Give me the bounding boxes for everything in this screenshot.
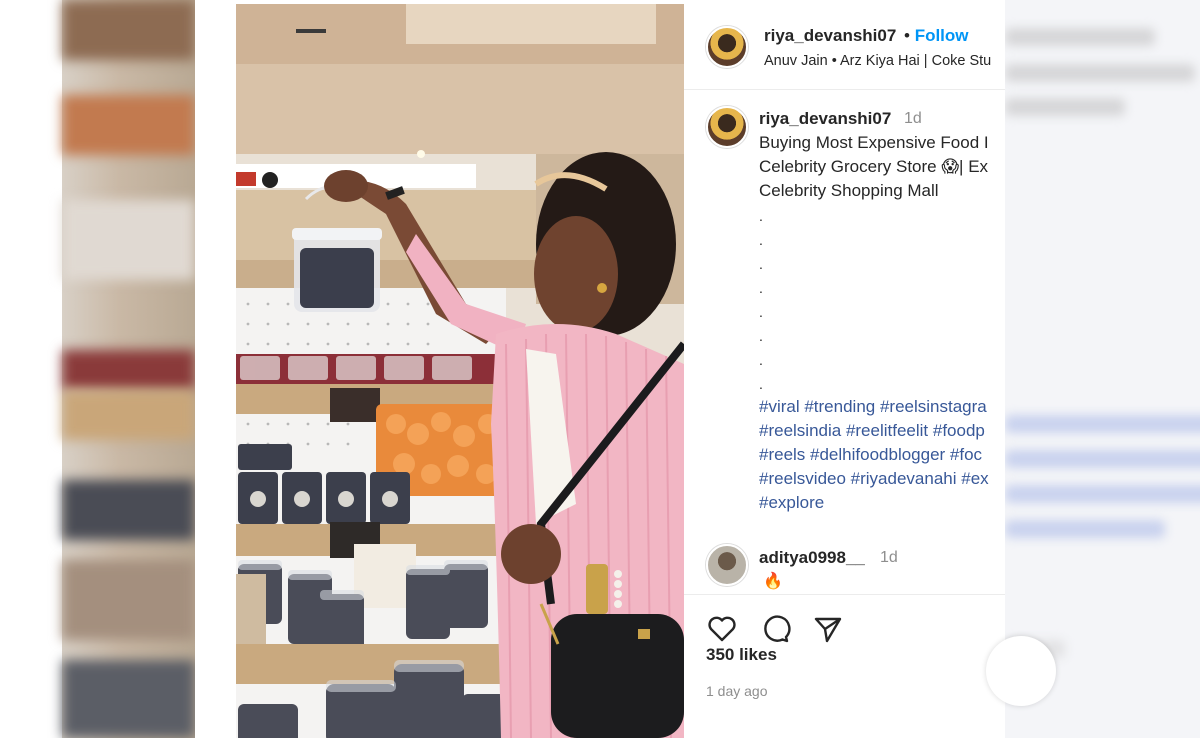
audio-attribution[interactable]: Anuv Jain • Arz Kiya Hai | Coke Stu [764, 53, 991, 69]
caption-dot: . [759, 280, 763, 296]
hashtag-line[interactable]: #reels #delhifoodblogger #foc [759, 443, 982, 467]
author-username[interactable]: riya_devanshi07 [764, 26, 896, 46]
comment-text: 🔥 [763, 573, 783, 590]
blurred-background-right [1005, 0, 1200, 738]
heart-icon[interactable] [706, 613, 738, 645]
caption-line: Buying Most Expensive Food I [759, 133, 989, 152]
caption-dot: . [759, 352, 763, 368]
grocery-store-illustration: PICK A STORY [236, 4, 684, 738]
caption-avatar[interactable] [706, 106, 748, 148]
caption-username[interactable]: riya_devanshi07 [759, 109, 891, 129]
post-image[interactable]: PICK A STORY [236, 4, 684, 738]
post-header: riya_devanshi07 • Follow Anuv Jain • Arz… [684, 4, 1005, 90]
share-icon[interactable] [812, 613, 844, 645]
hashtag-line[interactable]: #explore [759, 491, 824, 515]
post-side-panel: riya_devanshi07 • Follow Anuv Jain • Arz… [684, 4, 1005, 738]
comment-time: 1d [880, 549, 898, 566]
hashtag-line[interactable]: #reelsvideo #riyadevanahi #ex [759, 467, 989, 491]
caption-dot: . [759, 376, 763, 392]
caption-time: 1d [904, 110, 922, 127]
hashtag-line[interactable]: #reelsindia #reelitfeelit #foodp [759, 419, 985, 443]
caption-dot: . [759, 208, 763, 224]
post-date: 1 day ago [706, 683, 768, 699]
caption-dot: . [759, 256, 763, 272]
caption-line: Celebrity Grocery Store 😱| Ex [759, 157, 989, 176]
likes-count[interactable]: 350 likes [706, 645, 777, 665]
blurred-background-left [0, 0, 195, 738]
caption-line: Celebrity Shopping Mall [759, 181, 939, 200]
follow-button[interactable]: • Follow [904, 26, 969, 46]
caption-dot: . [759, 304, 763, 320]
commenter-avatar[interactable] [706, 544, 748, 586]
post-actions: 350 likes 1 day ago [684, 594, 1005, 738]
separator-dot: • [904, 26, 910, 45]
author-avatar[interactable] [706, 26, 748, 68]
comment-icon[interactable] [759, 613, 791, 645]
next-button[interactable] [986, 636, 1056, 706]
hashtag-line[interactable]: #viral #trending #reelsinstagra [759, 395, 987, 419]
commenter-username[interactable]: aditya0998__ [759, 548, 865, 568]
follow-label: Follow [914, 26, 969, 45]
caption-dot: . [759, 232, 763, 248]
caption-dot: . [759, 328, 763, 344]
